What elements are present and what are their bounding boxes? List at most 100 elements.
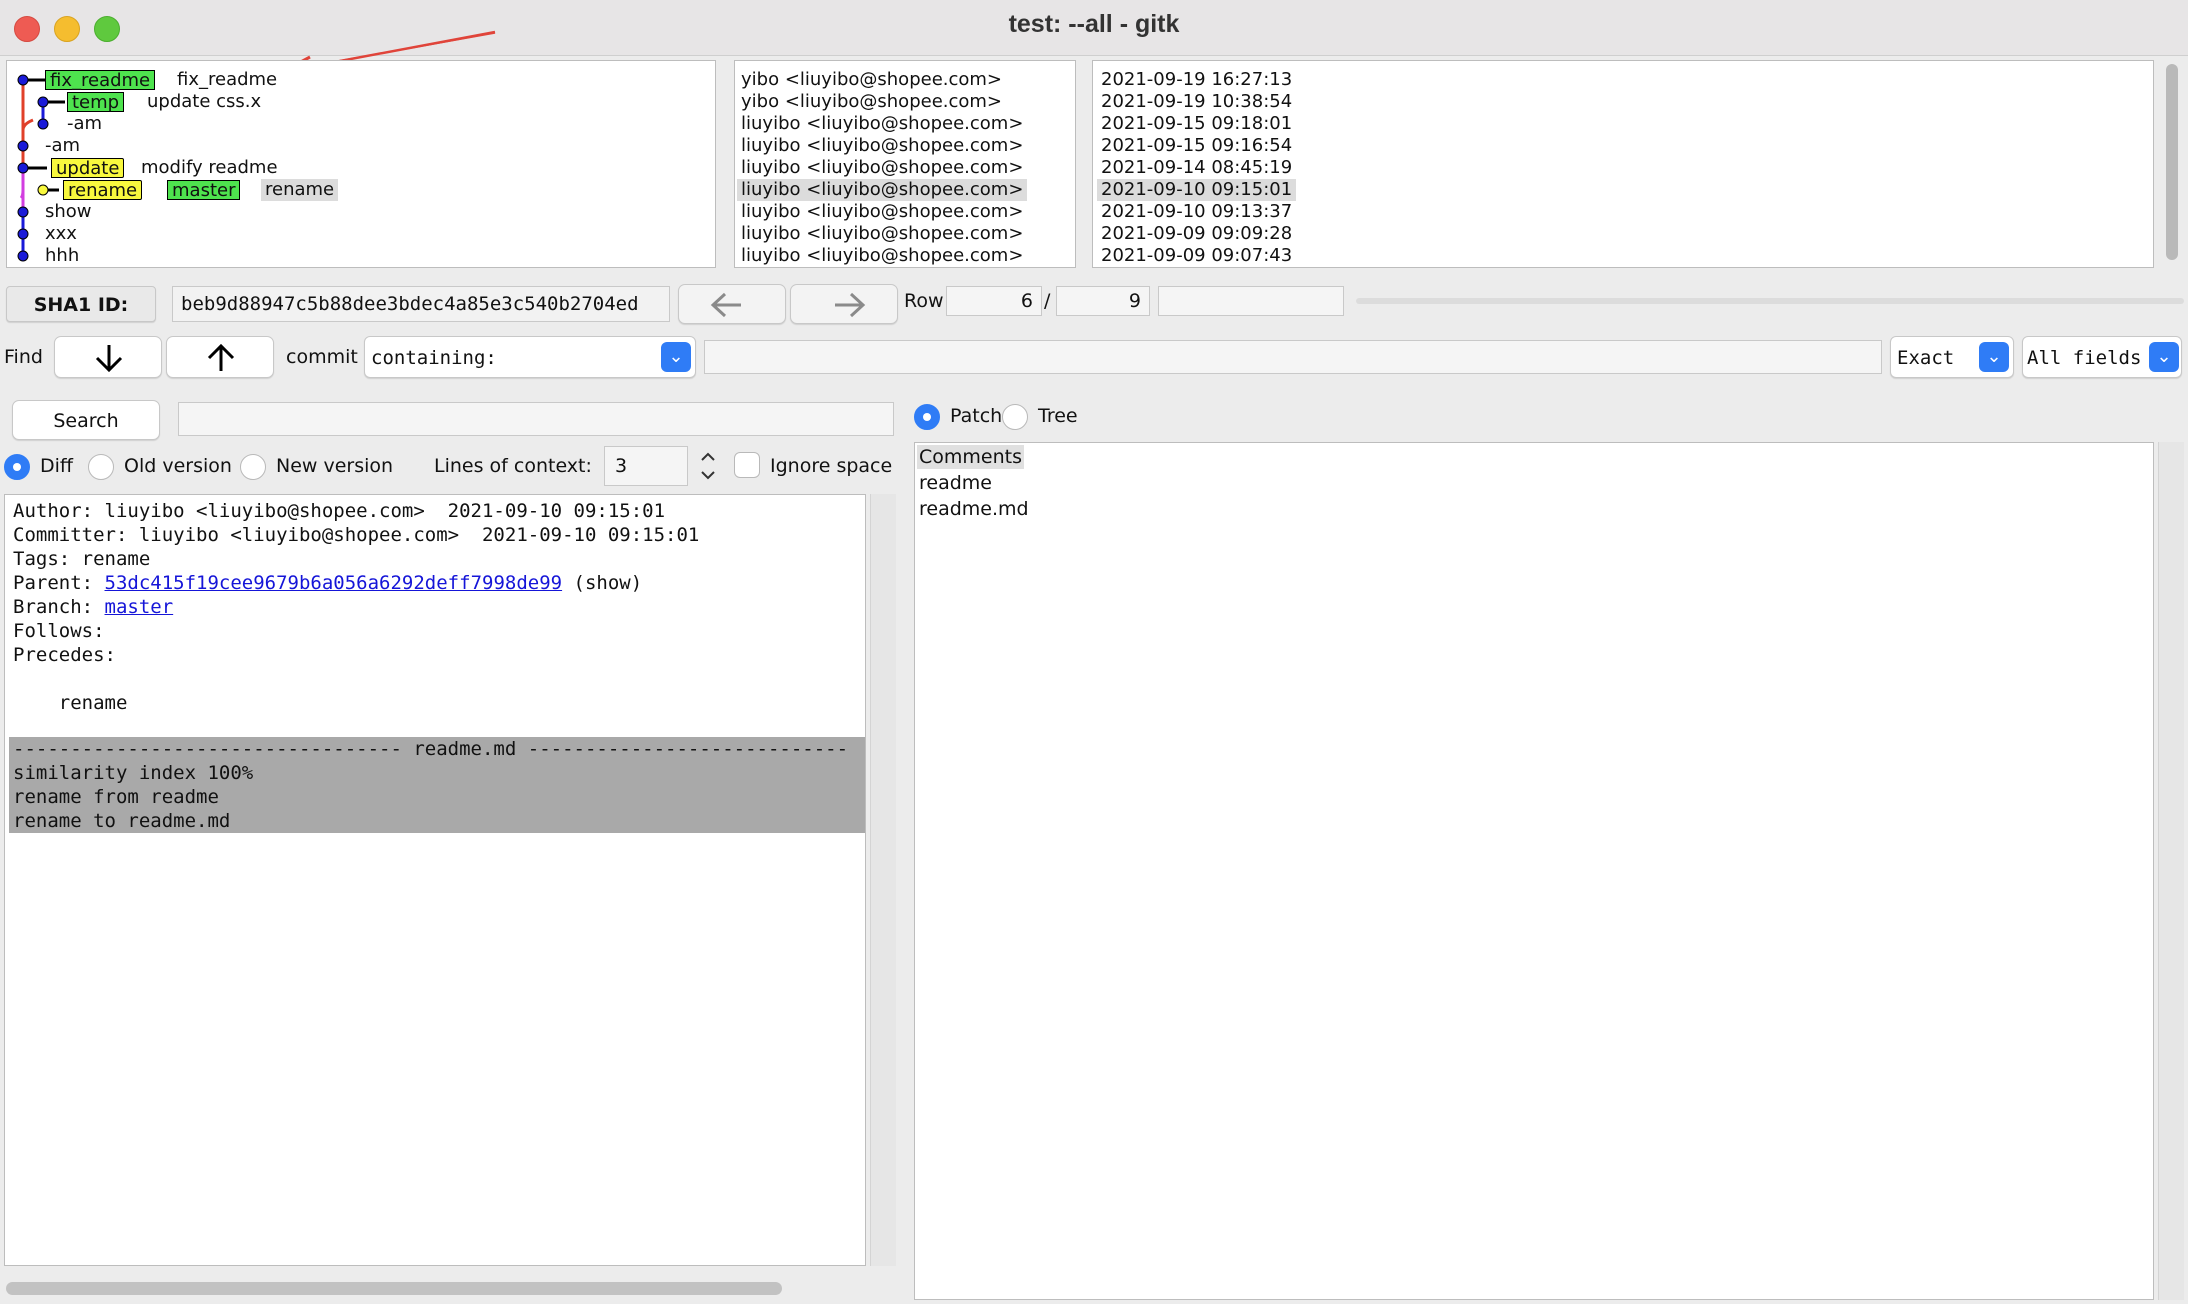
author-row[interactable]: liuyibo <liuyibo@shopee.com> bbox=[741, 223, 1023, 245]
new-version-radio[interactable] bbox=[240, 454, 266, 480]
find-label: Find bbox=[4, 346, 43, 368]
file-list-item[interactable]: readme.md bbox=[919, 497, 1029, 521]
match-select[interactable]: Exact ⌄ bbox=[1890, 336, 2014, 378]
author-row[interactable]: liuyibo <liuyibo@shopee.com> bbox=[741, 135, 1023, 157]
commit-subject[interactable]: update css.x bbox=[147, 91, 261, 113]
parent-suffix: (show) bbox=[562, 572, 643, 594]
author-row[interactable]: yibo <liuyibo@shopee.com> bbox=[741, 69, 1002, 91]
fields-value: All fields bbox=[2027, 347, 2142, 369]
new-version-label: New version bbox=[276, 455, 394, 477]
date-row[interactable]: 2021-09-19 10:38:54 bbox=[1101, 91, 1292, 113]
commit-subject[interactable]: rename bbox=[261, 179, 339, 201]
date-row[interactable]: 2021-09-10 09:13:37 bbox=[1101, 201, 1292, 223]
back-button[interactable] bbox=[678, 284, 786, 324]
forward-button[interactable] bbox=[790, 284, 898, 324]
branch-link[interactable]: master bbox=[105, 596, 174, 618]
diff-line: similarity index 100% bbox=[13, 762, 254, 784]
diff-line: rename from readme bbox=[13, 786, 219, 808]
date-pane[interactable]: 2021-09-19 16:27:13 2021-09-19 10:38:54 20… bbox=[1092, 60, 2154, 268]
find-prev-button[interactable] bbox=[166, 336, 274, 378]
file-list-item[interactable]: readme bbox=[919, 471, 992, 495]
find-text-input[interactable] bbox=[704, 340, 1882, 374]
ignore-space-label: Ignore space c bbox=[770, 455, 892, 477]
commit-node[interactable] bbox=[17, 162, 29, 174]
ref-badge[interactable]: master bbox=[167, 180, 241, 201]
context-stepper[interactable] bbox=[696, 446, 720, 486]
ref-badge[interactable]: temp bbox=[67, 92, 125, 113]
commit-subject[interactable]: xxx bbox=[45, 223, 77, 245]
tree-radio[interactable] bbox=[1002, 404, 1028, 430]
search-input[interactable] bbox=[178, 402, 894, 436]
commit-subject[interactable]: fix_readme bbox=[177, 69, 277, 91]
diff-file-header: ---------------------------------- readm… bbox=[13, 738, 849, 760]
file-list-item[interactable]: Comments bbox=[917, 445, 1024, 469]
committer-line: Committer: liuyibo <liuyibo@shopee.com> … bbox=[13, 524, 700, 546]
date-row[interactable]: 2021-09-19 16:27:13 bbox=[1101, 69, 1292, 91]
commit-subject[interactable]: hhh bbox=[45, 245, 79, 267]
chevron-down-icon: ⌄ bbox=[1979, 342, 2009, 372]
date-row[interactable]: 2021-09-09 09:09:28 bbox=[1101, 223, 1292, 245]
author-row[interactable]: liuyibo <liuyibo@shopee.com> bbox=[741, 245, 1023, 267]
sha1-field[interactable]: beb9d88947c5b88dee3bdec4a85e3c540b2704ed bbox=[172, 286, 670, 322]
left-arrow-icon bbox=[710, 292, 741, 318]
search-button-label: Search bbox=[53, 410, 119, 432]
chevron-down-icon: ⌄ bbox=[2149, 342, 2179, 372]
file-list-scrollbar[interactable] bbox=[2158, 442, 2184, 1300]
sha1-id-label: SHA1 ID: bbox=[33, 294, 129, 316]
patch-radio[interactable] bbox=[914, 404, 940, 430]
commit-subject[interactable]: -am bbox=[67, 113, 102, 135]
date-row[interactable]: 2021-09-15 09:16:54 bbox=[1101, 135, 1292, 157]
commit-node[interactable] bbox=[17, 228, 29, 240]
fields-select[interactable]: All fields ⌄ bbox=[2022, 336, 2182, 378]
branch-line: Branch: master bbox=[13, 595, 173, 619]
author-pane[interactable]: yibo <liuyibo@shopee.com> yibo <liuyibo@s… bbox=[734, 60, 1076, 268]
commit-node[interactable] bbox=[37, 118, 49, 130]
context-label: Lines of context: bbox=[434, 455, 592, 477]
file-list-pane[interactable]: Comments readme readme.md bbox=[914, 442, 2154, 1300]
row-current-field[interactable]: 6 bbox=[946, 286, 1042, 316]
commit-subject[interactable]: -am bbox=[45, 135, 80, 157]
author-row[interactable]: liuyibo <liuyibo@shopee.com> bbox=[741, 201, 1023, 223]
date-row[interactable]: 2021-09-10 09:15:01 bbox=[1097, 179, 1297, 201]
date-row[interactable]: 2021-09-14 08:45:19 bbox=[1101, 157, 1292, 179]
find-next-button[interactable] bbox=[54, 336, 162, 378]
date-row[interactable]: 2021-09-09 09:07:43 bbox=[1101, 245, 1292, 267]
progress-bar bbox=[1356, 298, 2184, 304]
commit-label: commit bbox=[286, 346, 358, 368]
author-row[interactable]: liuyibo <liuyibo@shopee.com> bbox=[737, 179, 1028, 201]
detail-vertical-scrollbar[interactable] bbox=[870, 494, 896, 1266]
date-row[interactable]: 2021-09-15 09:18:01 bbox=[1101, 113, 1292, 135]
old-version-label: Old version bbox=[124, 455, 232, 477]
parent-hash-link[interactable]: 53dc415f19cee9679b6a056a6292deff7998de99 bbox=[105, 572, 563, 594]
branch-prefix: Branch: bbox=[13, 596, 105, 618]
diff-radio[interactable] bbox=[4, 454, 30, 480]
detail-horizontal-scrollbar[interactable] bbox=[4, 1278, 866, 1300]
commit-detail-pane[interactable]: Author: liuyibo <liuyibo@shopee.com> 202… bbox=[4, 494, 866, 1266]
ref-badge[interactable]: rename bbox=[63, 180, 143, 201]
commit-node-selected[interactable] bbox=[37, 184, 49, 196]
author-row[interactable]: yibo <liuyibo@shopee.com> bbox=[741, 91, 1002, 113]
author-row[interactable]: liuyibo <liuyibo@shopee.com> bbox=[741, 157, 1023, 179]
commit-node[interactable] bbox=[17, 206, 29, 218]
follows-line: Follows: bbox=[13, 620, 105, 642]
ref-badge[interactable]: update bbox=[51, 158, 125, 179]
row-total-field[interactable]: 9 bbox=[1056, 286, 1150, 316]
commit-node[interactable] bbox=[17, 140, 29, 152]
commit-node[interactable] bbox=[37, 96, 49, 108]
commit-node[interactable] bbox=[17, 74, 29, 86]
commit-node[interactable] bbox=[17, 250, 29, 262]
commit-subject[interactable]: modify readme bbox=[141, 157, 278, 179]
sha1-id-button[interactable]: SHA1 ID: bbox=[6, 286, 156, 322]
search-button[interactable]: Search bbox=[12, 400, 160, 440]
commit-subject[interactable]: show bbox=[45, 201, 92, 223]
row-separator: / bbox=[1044, 290, 1051, 312]
ignore-space-checkbox[interactable] bbox=[734, 452, 760, 478]
ref-badge[interactable]: fix_readme bbox=[45, 70, 156, 91]
old-version-radio[interactable] bbox=[88, 454, 114, 480]
commit-graph-pane[interactable]: fix_readme fix_readme temp update css.x -am -… bbox=[6, 60, 716, 268]
find-type-value: containing: bbox=[371, 347, 497, 369]
find-type-select[interactable]: containing: ⌄ bbox=[364, 336, 696, 378]
context-lines-input[interactable]: 3 bbox=[604, 446, 688, 486]
commit-list-scrollbar[interactable] bbox=[2164, 60, 2180, 266]
author-row[interactable]: liuyibo <liuyibo@shopee.com> bbox=[741, 113, 1023, 135]
